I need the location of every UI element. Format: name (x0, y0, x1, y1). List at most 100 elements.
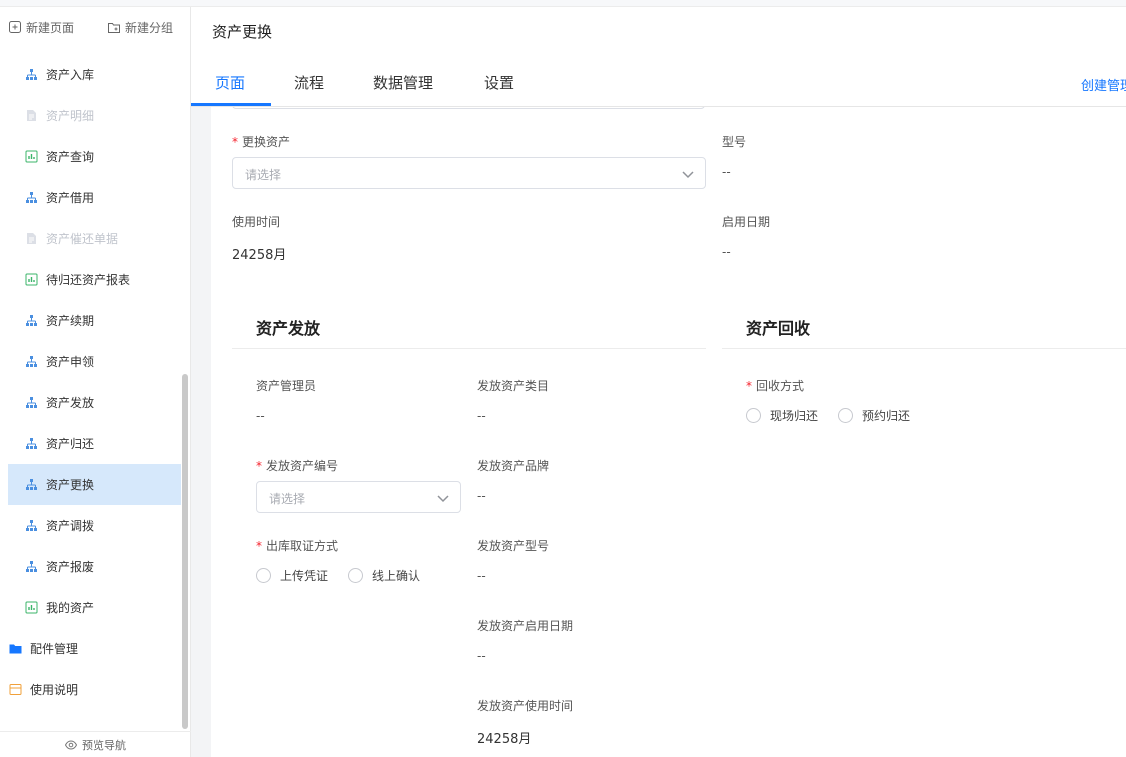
asset-admin-label: 资产管理员 (256, 379, 317, 393)
sidebar-item-pending-return-report[interactable]: 待归还资产报表 (8, 259, 181, 300)
start-date-label: 启用日期 (722, 215, 771, 229)
previous-field-box (232, 107, 705, 109)
issue-model-value: -- (477, 569, 486, 583)
sidebar-item-asset-query[interactable]: 资产查询 (8, 136, 181, 177)
sidebar-item-usage-guide[interactable]: 使用说明 (0, 669, 181, 710)
radio-onsite-return[interactable]: 现场归还 (746, 407, 818, 424)
use-time-value: 24258月 (232, 248, 287, 263)
issue-code-select[interactable]: 请选择 (256, 481, 461, 513)
radio-online-confirm[interactable]: 线上确认 (348, 567, 420, 584)
sidebar-item-asset-inbound[interactable]: 资产入库 (8, 54, 181, 95)
sidebar-item-my-assets[interactable]: 我的资产 (8, 587, 181, 628)
recycle-section-title: 资产回收 (746, 319, 811, 338)
org-icon (26, 192, 37, 203)
sidebar-item-label: 资产借用 (46, 191, 95, 205)
org-icon (26, 315, 37, 326)
create-management-link[interactable]: 创建管理 (1081, 75, 1126, 94)
issue-start-date-value: -- (477, 649, 486, 663)
chevron-down-icon (437, 495, 449, 503)
report-icon (25, 273, 38, 286)
replace-asset-label: * 更换资产 (232, 135, 291, 149)
issue-section-title: 资产发放 (256, 319, 321, 338)
page-tabs: 页面 流程 数据管理 设置 创建管理 (191, 58, 1126, 107)
sidebar-item-asset-borrow[interactable]: 资产借用 (8, 177, 181, 218)
issue-brand-label: 发放资产品牌 (477, 459, 550, 473)
start-date-value: -- (722, 245, 731, 259)
preview-nav-label: 预览导航 (82, 738, 126, 752)
issue-use-time-label: 发放资产使用时间 (477, 699, 574, 713)
issue-section-divider (232, 348, 706, 349)
new-group-icon (108, 23, 120, 33)
sidebar-item-asset-detail[interactable]: 资产明细 (8, 95, 181, 136)
radio-upload-voucher[interactable]: 上传凭证 (256, 567, 328, 584)
org-icon (26, 356, 37, 367)
doc-icon (27, 110, 36, 121)
sidebar-item-asset-issue[interactable]: 资产发放 (8, 382, 181, 423)
sidebar-item-asset-reminder[interactable]: 资产催还单据 (8, 218, 181, 259)
sidebar-item-label: 资产报废 (46, 560, 95, 574)
outbound-method-label: * 出库取证方式 (256, 539, 339, 553)
sidebar-item-label: 资产明细 (46, 109, 95, 123)
tab-flow[interactable]: 流程 (294, 72, 324, 93)
required-mark: * (256, 539, 262, 553)
issue-category-label: 发放资产类目 (477, 379, 550, 393)
book-icon (9, 684, 22, 695)
issue-brand-value: -- (477, 489, 486, 503)
tab-data-management[interactable]: 数据管理 (373, 72, 433, 93)
org-icon (26, 69, 37, 80)
required-mark: * (746, 379, 752, 393)
issue-code-label: * 发放资产编号 (256, 459, 339, 473)
radio-circle (746, 408, 761, 423)
sidebar-item-asset-request[interactable]: 资产申领 (8, 341, 181, 382)
issue-use-time-value: 24258月 (477, 732, 532, 747)
radio-circle (838, 408, 853, 423)
model-label: 型号 (722, 135, 747, 149)
org-icon (26, 397, 37, 408)
sidebar-item-asset-replace[interactable]: 资产更换 (8, 464, 181, 505)
sidebar-item-label: 待归还资产报表 (46, 273, 131, 287)
asset-admin-value: -- (256, 409, 265, 423)
required-mark: * (232, 135, 238, 149)
issue-start-date-label: 发放资产启用日期 (477, 619, 574, 633)
tab-page[interactable]: 页面 (215, 72, 245, 93)
select-placeholder: 请选择 (245, 168, 282, 182)
org-icon (26, 520, 37, 531)
sidebar-scrollbar[interactable] (182, 374, 188, 729)
sidebar-item-label: 资产入库 (46, 68, 95, 82)
sidebar-item-label: 资产调拨 (46, 519, 95, 533)
replace-asset-select[interactable]: 请选择 (232, 157, 706, 189)
sidebar-item-asset-transfer[interactable]: 资产调拨 (8, 505, 181, 546)
sidebar-item-asset-scrap[interactable]: 资产报废 (8, 546, 181, 587)
issue-model-label: 发放资产型号 (477, 539, 550, 553)
preview-nav-button[interactable]: 预览导航 (0, 731, 191, 757)
sidebar-item-label: 资产续期 (46, 314, 95, 328)
recycle-section-divider (722, 348, 1126, 349)
radio-circle (348, 568, 363, 583)
report-icon (25, 601, 38, 614)
sidebar-item-label: 资产催还单据 (46, 232, 119, 246)
sidebar-group-accessories[interactable]: 配件管理 (0, 628, 181, 669)
doc-icon (27, 233, 36, 244)
model-value: -- (722, 165, 731, 179)
new-group-label: 新建分组 (125, 20, 174, 35)
sidebar-item-label: 配件管理 (30, 642, 79, 656)
sidebar-item-label: 我的资产 (46, 601, 95, 615)
content-gutter (191, 107, 211, 757)
sidebar-item-asset-return[interactable]: 资产归还 (8, 423, 181, 464)
eye-icon (65, 739, 77, 750)
radio-circle (256, 568, 271, 583)
radio-scheduled-return[interactable]: 预约归还 (838, 407, 910, 424)
tab-settings[interactable]: 设置 (484, 72, 514, 93)
new-group-button[interactable]: 新建分组 (108, 17, 173, 37)
sidebar-item-label: 资产申领 (46, 355, 95, 369)
select-placeholder: 请选择 (269, 492, 306, 506)
new-page-button[interactable]: 新建页面 (9, 17, 74, 37)
sidebar-actions: 新建页面 新建分组 (0, 7, 191, 47)
org-icon (26, 479, 37, 490)
sidebar: 新建页面 新建分组 资产入库 资产明细 资产查询 资产借用 资产催还单据 待归还… (0, 7, 191, 757)
sidebar-item-asset-renewal[interactable]: 资产续期 (8, 300, 181, 341)
new-page-label: 新建页面 (26, 20, 75, 35)
sidebar-item-label: 资产查询 (46, 150, 95, 164)
new-page-icon (9, 21, 21, 33)
sidebar-item-label: 资产更换 (46, 478, 95, 492)
